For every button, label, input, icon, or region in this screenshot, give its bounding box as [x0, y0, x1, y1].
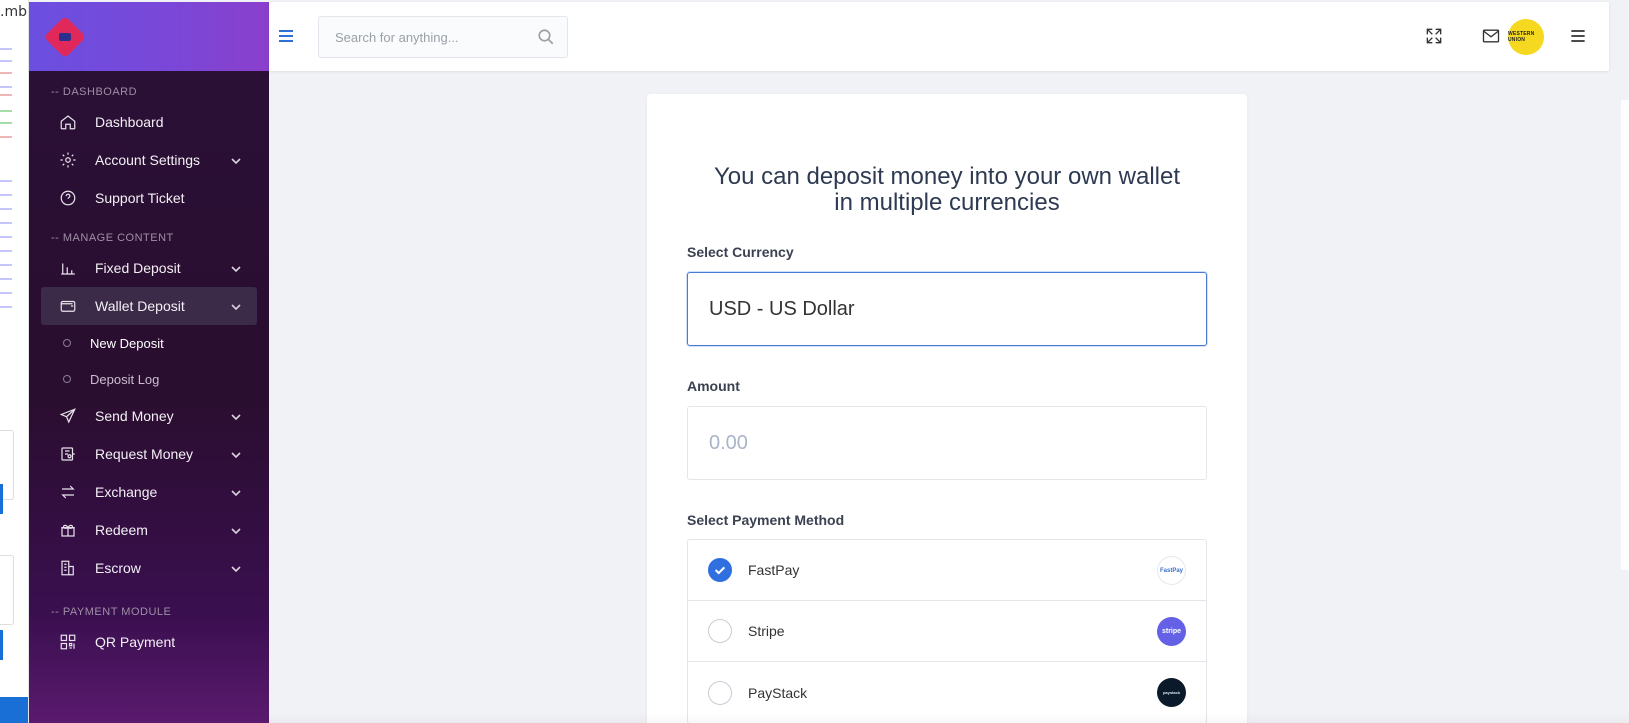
sidebar-item-qr-payment[interactable]: QR Payment: [41, 623, 257, 661]
payment-option-name: PayStack: [748, 684, 808, 701]
chevron-down-icon: [230, 524, 242, 536]
payment-method-label: Select Payment Method: [687, 512, 845, 528]
currency-selected-value: USD - US Dollar: [709, 297, 855, 320]
page-scrollbar[interactable]: [1621, 100, 1629, 570]
search-input[interactable]: [319, 17, 529, 57]
sidebar-item-support-ticket[interactable]: Support Ticket: [41, 179, 257, 217]
request-money-icon: [58, 444, 78, 464]
section-label-manage-content: -- MANAGE CONTENT: [51, 232, 174, 244]
brand-bar: [29, 2, 269, 71]
sidebar-item-label: Fixed Deposit: [95, 260, 181, 276]
avatar[interactable]: WESTERN UNION: [1508, 19, 1544, 55]
chevron-down-icon: [230, 300, 242, 312]
currency-label: Select Currency: [687, 244, 794, 260]
sidebar-item-request-money[interactable]: Request Money: [41, 435, 257, 473]
chevron-down-icon: [230, 448, 242, 460]
fullscreen-button[interactable]: [1422, 24, 1446, 48]
exchange-arrows-icon: [58, 482, 78, 502]
paystack-logo: paystack: [1157, 678, 1186, 707]
radio-unchecked[interactable]: [708, 680, 732, 705]
payment-option-name: Stripe: [748, 623, 785, 639]
top-header: WESTERN UNION: [269, 2, 1609, 71]
deposit-card: You can deposit money into your own wall…: [647, 94, 1247, 723]
background-window-strip: .mb: [0, 0, 29, 723]
section-label-dashboard: -- DASHBOARD: [51, 86, 138, 98]
hamburger-icon: [1571, 30, 1585, 42]
check-icon: [714, 566, 726, 575]
sidebar-item-fixed-deposit[interactable]: Fixed Deposit: [41, 249, 257, 287]
background-taskbar-button: [0, 697, 28, 723]
search-box: [318, 16, 568, 58]
mail-button[interactable]: [1479, 24, 1503, 48]
chevron-down-icon: [230, 562, 242, 574]
sidebar-item-account-settings[interactable]: Account Settings: [41, 141, 257, 179]
sidebar-item-send-money[interactable]: Send Money: [41, 397, 257, 435]
main-menu-button[interactable]: [1566, 24, 1590, 48]
sidebar-item-label: Redeem: [95, 522, 148, 538]
payment-method-list: FastPay FastPay Stripe stripe PayStack p…: [687, 539, 1207, 723]
sidebar-subitem-label: Deposit Log: [90, 371, 160, 387]
sidebar-item-label: Send Money: [95, 408, 174, 424]
chevron-down-icon: [230, 262, 242, 274]
sidebar-item-label: Escrow: [95, 560, 141, 576]
gift-icon: [58, 520, 78, 540]
page-title: You can deposit money into your own wall…: [713, 163, 1181, 216]
payment-option-fastpay[interactable]: FastPay FastPay: [688, 540, 1206, 601]
wallet-icon: [58, 296, 78, 316]
sidebar-item-exchange[interactable]: Exchange: [41, 473, 257, 511]
radio-checked[interactable]: [708, 558, 732, 582]
sidebar-item-label: Request Money: [95, 446, 194, 462]
sidebar: -- DASHBOARD Dashboard Account Settings …: [29, 2, 269, 723]
amount-input[interactable]: [688, 407, 1206, 479]
sidebar-item-redeem[interactable]: Redeem: [41, 511, 257, 549]
sidebar-item-label: Wallet Deposit: [95, 298, 185, 314]
app-logo[interactable]: [43, 15, 87, 58]
section-label-payment-module: -- PAYMENT MODULE: [51, 606, 172, 618]
fastpay-logo: FastPay: [1157, 556, 1186, 585]
chevron-down-icon: [230, 154, 242, 166]
search-icon[interactable]: [537, 28, 555, 46]
payment-option-stripe[interactable]: Stripe stripe: [688, 601, 1206, 662]
escrow-icon: [58, 558, 78, 578]
bottom-shadow: [269, 713, 1629, 723]
sidebar-item-label: Account Settings: [95, 152, 201, 168]
sidebar-item-wallet-deposit[interactable]: Wallet Deposit: [41, 287, 257, 325]
fullscreen-icon: [1426, 28, 1442, 44]
background-window-title: .mb: [0, 4, 27, 20]
sidebar-item-label: QR Payment: [95, 634, 176, 650]
circle-icon: [63, 339, 71, 347]
qr-code-icon: [58, 632, 78, 652]
payment-option-name: FastPay: [748, 562, 800, 578]
sidebar-subitem-deposit-log[interactable]: Deposit Log: [29, 361, 269, 397]
circle-icon: [63, 375, 71, 383]
sidebar-item-label: Support Ticket: [95, 190, 185, 206]
help-circle-icon: [58, 188, 78, 208]
radio-unchecked[interactable]: [708, 619, 732, 643]
sidebar-item-label: Exchange: [95, 484, 158, 500]
home-icon: [58, 112, 78, 132]
bar-chart-icon: [58, 258, 78, 278]
mail-icon: [1482, 29, 1500, 43]
sidebar-item-label: Dashboard: [95, 114, 164, 130]
amount-field-box: [687, 406, 1207, 480]
chevron-down-icon: [230, 410, 242, 422]
sidebar-item-dashboard[interactable]: Dashboard: [41, 103, 257, 141]
amount-label: Amount: [687, 378, 740, 394]
sidebar-subitem-label: New Deposit: [90, 335, 164, 351]
menu-icon[interactable]: [279, 30, 293, 42]
stripe-logo: stripe: [1157, 617, 1186, 646]
send-icon: [58, 406, 78, 426]
sidebar-subitem-new-deposit[interactable]: New Deposit: [29, 325, 269, 361]
gear-icon: [58, 150, 78, 170]
chevron-down-icon: [230, 486, 242, 498]
sidebar-item-escrow[interactable]: Escrow: [41, 549, 257, 587]
currency-select[interactable]: USD - US Dollar: [687, 272, 1207, 346]
